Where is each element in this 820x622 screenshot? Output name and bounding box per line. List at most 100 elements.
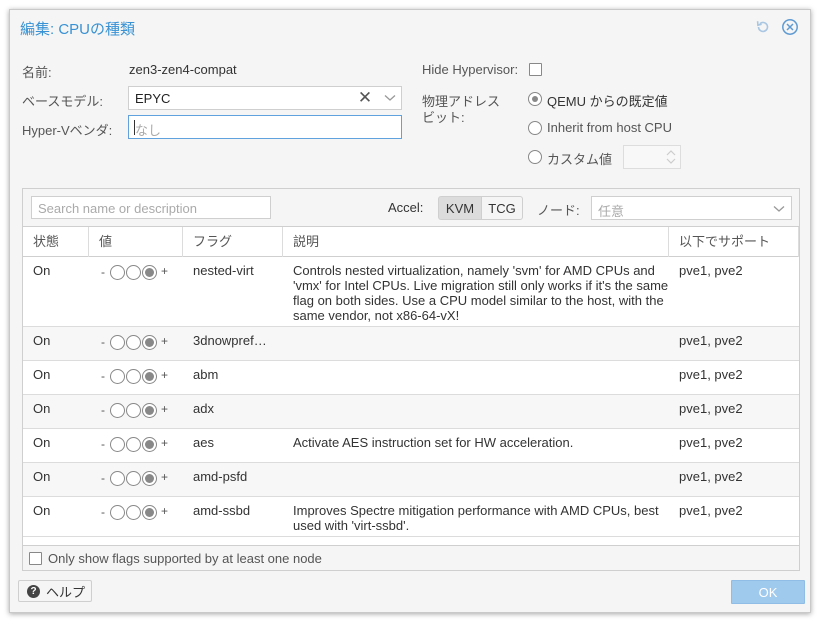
row-supported: pve1, pve2 <box>679 503 743 518</box>
tristate-off[interactable] <box>110 403 125 418</box>
custom-bits-spinner[interactable] <box>623 145 681 169</box>
radio-qemu-default[interactable] <box>528 92 542 106</box>
radio-custom-label[interactable]: カスタム値 <box>547 149 612 168</box>
grid-footer: Only show flags supported by at least on… <box>23 545 799 570</box>
hide-hypervisor-label: Hide Hypervisor: <box>422 62 519 77</box>
tristate-off[interactable] <box>110 265 125 280</box>
tristate-on[interactable] <box>142 505 157 520</box>
close-icon[interactable] <box>781 18 799 36</box>
tristate-default[interactable] <box>126 265 141 280</box>
base-model-combobox[interactable]: EPYC ✕ <box>128 86 402 110</box>
tristate-plus: + <box>161 470 169 484</box>
tristate-default[interactable] <box>126 505 141 520</box>
tristate-plus: + <box>161 504 169 518</box>
row-flag: 3dnowpref… <box>193 333 267 348</box>
flag-tristate[interactable]: - + <box>101 436 171 452</box>
reset-icon[interactable] <box>754 18 772 36</box>
flag-tristate[interactable]: - + <box>101 402 171 418</box>
base-model-label: ベースモデル: <box>22 94 103 109</box>
table-row[interactable]: On - + 3dnowpref… pve1, pve2 <box>23 327 799 361</box>
dialog-title: 編集: CPUの種類 <box>20 21 136 38</box>
flag-search-input[interactable]: Search name or description <box>31 196 271 219</box>
row-description: Improves Spectre mitigation performance … <box>293 503 659 533</box>
flag-tristate[interactable]: - + <box>101 264 171 280</box>
supported-only-label[interactable]: Only show flags supported by at least on… <box>48 551 322 566</box>
row-supported: pve1, pve2 <box>679 263 743 278</box>
tristate-minus: - <box>101 403 105 417</box>
flag-tristate[interactable]: - + <box>101 334 171 350</box>
help-button[interactable]: ? ヘルプ <box>18 580 92 602</box>
chevron-down-icon[interactable] <box>773 205 785 213</box>
table-row[interactable]: On - + amd-psfd pve1, pve2 <box>23 463 799 497</box>
accel-tcg-button[interactable]: TCG <box>481 196 523 220</box>
help-button-label: ヘルプ <box>46 584 86 600</box>
col-header-flag[interactable]: フラグ <box>183 227 283 257</box>
node-select-placeholder: 任意 <box>598 204 625 219</box>
tristate-on[interactable] <box>142 437 157 452</box>
tristate-on[interactable] <box>142 369 157 384</box>
name-label: 名前: <box>22 65 52 80</box>
tristate-minus: - <box>101 505 105 519</box>
ok-button[interactable]: OK <box>731 580 805 604</box>
row-supported: pve1, pve2 <box>679 333 743 348</box>
tristate-on[interactable] <box>142 335 157 350</box>
tristate-off[interactable] <box>110 505 125 520</box>
row-supported: pve1, pve2 <box>679 435 743 450</box>
col-header-state[interactable]: 状態 <box>23 227 89 257</box>
col-header-supported[interactable]: 以下でサポート <box>669 227 799 257</box>
hide-hypervisor-checkbox[interactable] <box>529 63 542 76</box>
hyperv-vendor-input[interactable]: なし <box>128 115 402 139</box>
flag-search-placeholder: Search name or description <box>38 201 197 216</box>
col-header-description[interactable]: 説明 <box>283 227 669 257</box>
row-flag: abm <box>193 367 219 382</box>
table-row[interactable]: On - + nested-virt Controls nested virtua… <box>23 257 799 327</box>
tristate-plus: + <box>161 402 169 416</box>
flag-tristate[interactable]: - + <box>101 470 171 486</box>
tristate-off[interactable] <box>110 471 125 486</box>
table-row[interactable]: On - + adx pve1, pve2 <box>23 395 799 429</box>
radio-inherit-host[interactable] <box>528 121 542 135</box>
table-row[interactable]: On - + aes Activate AES instruction set f… <box>23 429 799 463</box>
table-row[interactable]: On - + abm pve1, pve2 <box>23 361 799 395</box>
chevron-down-icon[interactable] <box>379 87 401 109</box>
radio-qemu-default-label[interactable]: QEMU からの既定値 <box>547 91 668 110</box>
clear-icon[interactable]: ✕ <box>357 89 373 106</box>
col-header-value[interactable]: 値 <box>89 227 183 257</box>
accel-kvm-button[interactable]: KVM <box>438 196 482 220</box>
supported-only-checkbox[interactable] <box>29 552 42 565</box>
tristate-default[interactable] <box>126 335 141 350</box>
tristate-plus: + <box>161 368 169 382</box>
row-flag: amd-ssbd <box>193 503 251 518</box>
row-state: On <box>33 435 51 450</box>
row-flag: amd-psfd <box>193 469 248 484</box>
dialog-buttonbar: ? ヘルプ OK <box>10 578 810 612</box>
table-row[interactable]: On - + amd-ssbd Improves Spectre mitigati… <box>23 497 799 537</box>
tristate-default[interactable] <box>126 437 141 452</box>
node-select[interactable]: 任意 <box>591 196 792 220</box>
flag-tristate[interactable]: - + <box>101 368 171 384</box>
row-state: On <box>33 401 51 416</box>
tristate-minus: - <box>101 471 105 485</box>
dialog-titlebar: 編集: CPUの種類 <box>10 10 810 44</box>
node-label: ノード: <box>537 203 580 218</box>
radio-custom[interactable] <box>528 150 542 164</box>
radio-inherit-host-label[interactable]: Inherit from host CPU <box>547 120 672 135</box>
flag-tristate[interactable]: - + <box>101 504 171 520</box>
tristate-on[interactable] <box>142 471 157 486</box>
tristate-minus: - <box>101 369 105 383</box>
base-model-value: EPYC <box>135 91 171 106</box>
tristate-default[interactable] <box>126 369 141 384</box>
row-state: On <box>33 469 51 484</box>
tristate-off[interactable] <box>110 369 125 384</box>
cpu-flags-grid: Search name or description Accel: KVM TC… <box>22 188 800 571</box>
tristate-off[interactable] <box>110 437 125 452</box>
grid-toolbar: Search name or description Accel: KVM TC… <box>23 189 799 227</box>
tristate-default[interactable] <box>126 403 141 418</box>
tristate-on[interactable] <box>142 265 157 280</box>
tristate-default[interactable] <box>126 471 141 486</box>
tristate-on[interactable] <box>142 403 157 418</box>
row-flag: nested-virt <box>193 263 254 278</box>
question-circle-icon: ? <box>27 584 40 598</box>
row-supported: pve1, pve2 <box>679 469 743 484</box>
tristate-off[interactable] <box>110 335 125 350</box>
